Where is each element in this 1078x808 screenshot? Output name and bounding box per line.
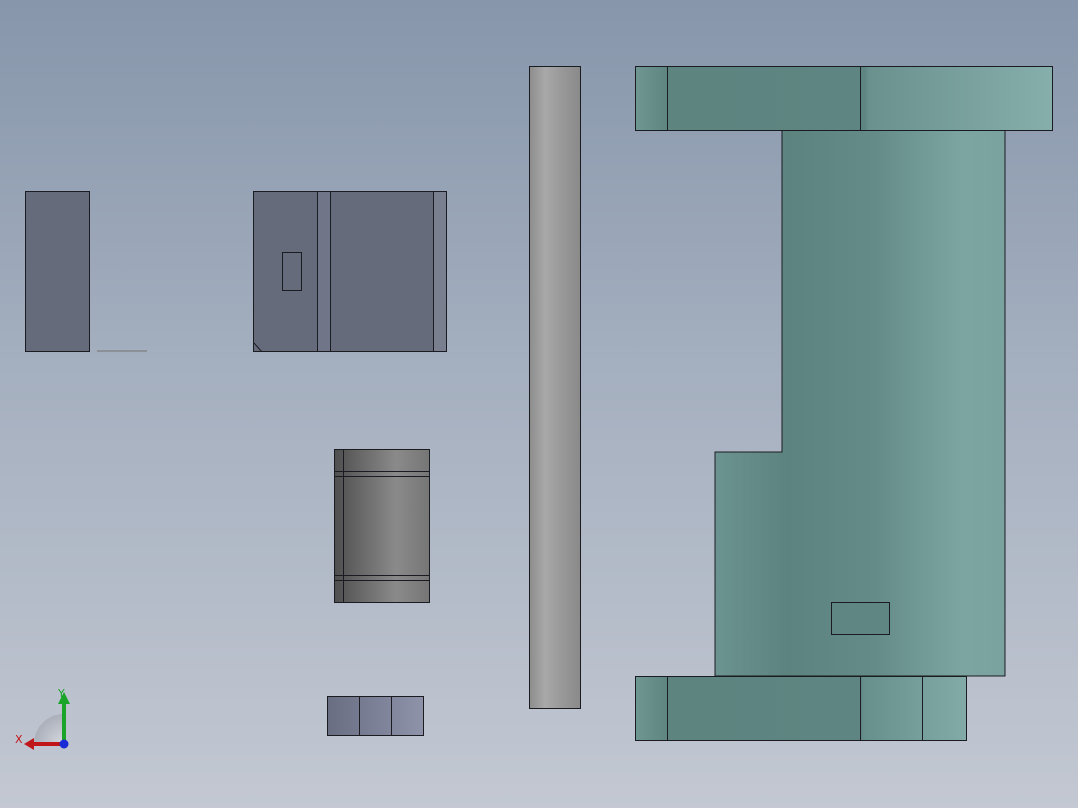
housing-body <box>714 129 1006 677</box>
y-axis-label: Y <box>58 687 65 700</box>
axis-triad[interactable]: Y X <box>14 686 74 750</box>
axis-triad-graphic <box>24 692 70 750</box>
x-axis-label: X <box>15 733 23 746</box>
triad-quadrant <box>34 714 64 744</box>
z-axis-dot <box>59 739 69 749</box>
housing-window <box>831 602 890 635</box>
x-axis-arrow <box>24 738 34 750</box>
top-flange <box>635 66 1053 131</box>
cad-viewport[interactable]: Y X <box>0 0 1078 808</box>
housing-assembly[interactable] <box>0 0 1078 808</box>
bottom-flange <box>635 676 967 741</box>
